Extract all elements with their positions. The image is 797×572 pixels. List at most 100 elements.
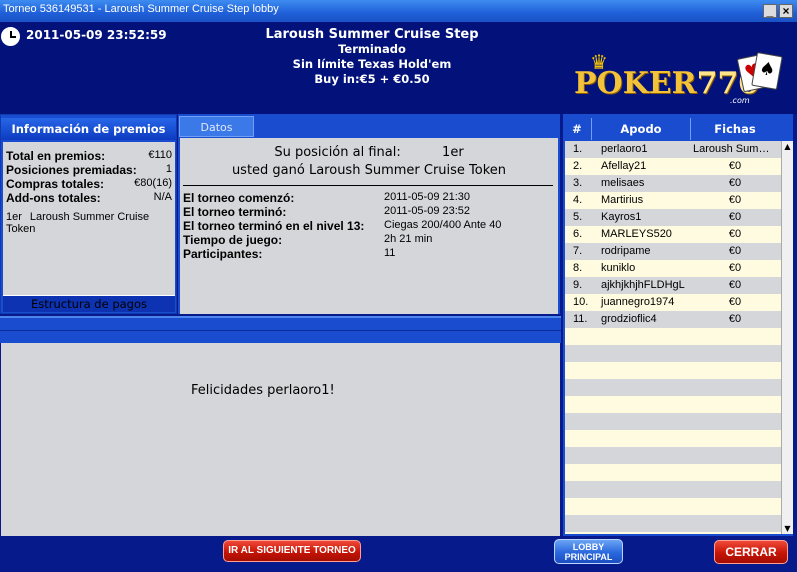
poker770-logo: ♛ POKER770 .com ♥ ♠ [572,48,786,108]
section-divider-bar [0,316,561,343]
empty-row [565,413,781,430]
player-rank: 5. [573,211,583,223]
player-rank: 1. [573,143,583,155]
prize-info-body: Total en premios: €110 Posiciones premia… [3,142,175,295]
player-chips: €0 [728,160,742,172]
player-chips: €0 [728,177,742,189]
divider [183,185,553,186]
empty-row [565,498,781,515]
player-chips: €0 [728,194,742,206]
congrats-message: Felicidades perlaoro1! [191,383,335,398]
prize-award: Laroush Summer Cruise Token [6,211,150,235]
empty-row [565,362,781,379]
player-chips: €0 [728,245,742,257]
prize-place: 1er [6,211,22,223]
player-rank: 10. [573,296,589,308]
scroll-up-icon[interactable]: ▲ [782,141,793,152]
player-chips: €0 [728,313,742,325]
player-row[interactable]: 11. grodzioflic4 €0 [565,311,781,328]
prize-value: €80(16) [134,177,172,189]
empty-row [565,328,781,345]
player-name: melisaes [601,177,645,189]
player-row[interactable]: 2. Afellay21 €0 [565,158,781,175]
detail-row: Tiempo de juego: 2h 21 min [183,233,553,247]
player-rank: 11. [573,313,588,325]
detail-label: Tiempo de juego: [183,233,283,247]
detail-label: El torneo comenzó: [183,191,295,205]
prize-label: Total en premios: [6,149,106,163]
detail-row: El torneo terminó en el nivel 13: Ciegas… [183,219,553,233]
prize-row: Posiciones premiadas: 1 [6,163,172,177]
players-panel: # Apodo Fichas 1. perlaoro1 Laroush Summ… … [563,114,793,536]
tournament-info: Laroush Summer Cruise Step Terminado Sin… [222,27,522,87]
game-type: Sin límite Texas Hold'em [292,57,452,71]
payout-structure-button[interactable]: Estructura de pagos [3,295,175,312]
player-row[interactable]: 3. melisaes €0 [565,175,781,192]
player-row[interactable]: 9. ajkhjkhjhFLDHgL €0 [565,277,781,294]
player-row[interactable]: 8. kuniklo €0 [565,260,781,277]
logo-text: POKER [574,66,697,101]
prize-label: Add-ons totales: [6,191,101,205]
player-name: Martirius [601,194,644,206]
detail-row: El torneo comenzó: 2011-05-09 21:30 [183,191,553,205]
player-name: ajkhjkhjhFLDHgL [601,279,685,291]
main-lobby-label-1: LOBBY [572,542,605,552]
detail-value: 2h 21 min [384,233,433,245]
empty-row [565,481,781,498]
player-name: juannegro1974 [601,296,675,308]
close-window-button[interactable]: × [779,4,793,18]
clock-icon [1,27,20,46]
minimize-button[interactable]: _ [763,4,777,18]
empty-row [565,396,781,413]
player-name: rodripame [601,245,651,257]
player-name: perlaoro1 [601,143,648,155]
empty-row [565,515,781,532]
next-tournament-button[interactable]: IR AL SIGUIENTE TORNEO [223,540,361,562]
player-rank: 6. [573,228,583,240]
player-row[interactable]: 1. perlaoro1 Laroush Summ… [565,141,781,158]
window-title: Torneo 536149531 - Laroush Summer Cruise… [3,3,279,15]
prize-label: Posiciones premiadas: [6,163,137,177]
empty-row [565,379,781,396]
player-chips: Laroush Summ… [693,143,777,155]
players-scrollbar[interactable]: ▲ ▼ [781,141,793,534]
player-chips: €0 [728,228,742,240]
title-bar: Torneo 536149531 - Laroush Summer Cruise… [0,0,797,22]
main-lobby-button[interactable]: LOBBY PRINCIPAL [554,539,623,564]
player-chips: €0 [728,279,742,291]
col-header-rank[interactable]: # [563,118,592,140]
prize-row: Total en premios: €110 [6,149,172,163]
close-button[interactable]: CERRAR [714,540,788,564]
player-chips: €0 [728,296,742,308]
message-area: Felicidades perlaoro1! [1,343,560,536]
scroll-down-icon[interactable]: ▼ [782,523,793,534]
player-row[interactable]: 6. MARLEYS520 €0 [565,226,781,243]
detail-row: Participantes: 11 [183,247,553,261]
tab-datos[interactable]: Datos [179,116,254,137]
final-position: Su posición al final: 1er [274,145,464,160]
col-header-nickname[interactable]: Apodo [592,118,691,140]
player-row[interactable]: 7. rodripame €0 [565,243,781,260]
current-datetime: 2011-05-09 23:52:59 [26,28,167,42]
buy-in: Buy in:€5 + €0.50 [314,72,430,86]
prize-value: N/A [153,191,172,203]
player-name: kuniklo [601,262,636,274]
player-row[interactable]: 10. juannegro1974 €0 [565,294,781,311]
prize-value: 1 [165,163,172,175]
player-row[interactable]: 5. Kayros1 €0 [565,209,781,226]
col-header-chips[interactable]: Fichas [691,118,779,140]
player-row[interactable]: 4. Martirius €0 [565,192,781,209]
player-name: MARLEYS520 [601,228,672,240]
tournament-name: Laroush Summer Cruise Step [265,27,479,42]
won-prize-text: usted ganó Laroush Summer Cruise Token [231,163,507,178]
prize-row: Compras totales: €80(16) [6,177,172,191]
empty-row [565,430,781,447]
players-list: 1. perlaoro1 Laroush Summ… 2. Afellay21 €0 3… [565,141,781,534]
player-name: Afellay21 [601,160,647,172]
player-rank: 9. [573,279,583,291]
detail-row: El torneo terminó: 2011-05-09 23:52 [183,205,553,219]
player-name: grodzioflic4 [601,313,657,325]
player-name: Kayros1 [601,211,642,223]
main-lobby-label-2: PRINCIPAL [564,552,613,562]
prize-value: €110 [148,149,172,161]
